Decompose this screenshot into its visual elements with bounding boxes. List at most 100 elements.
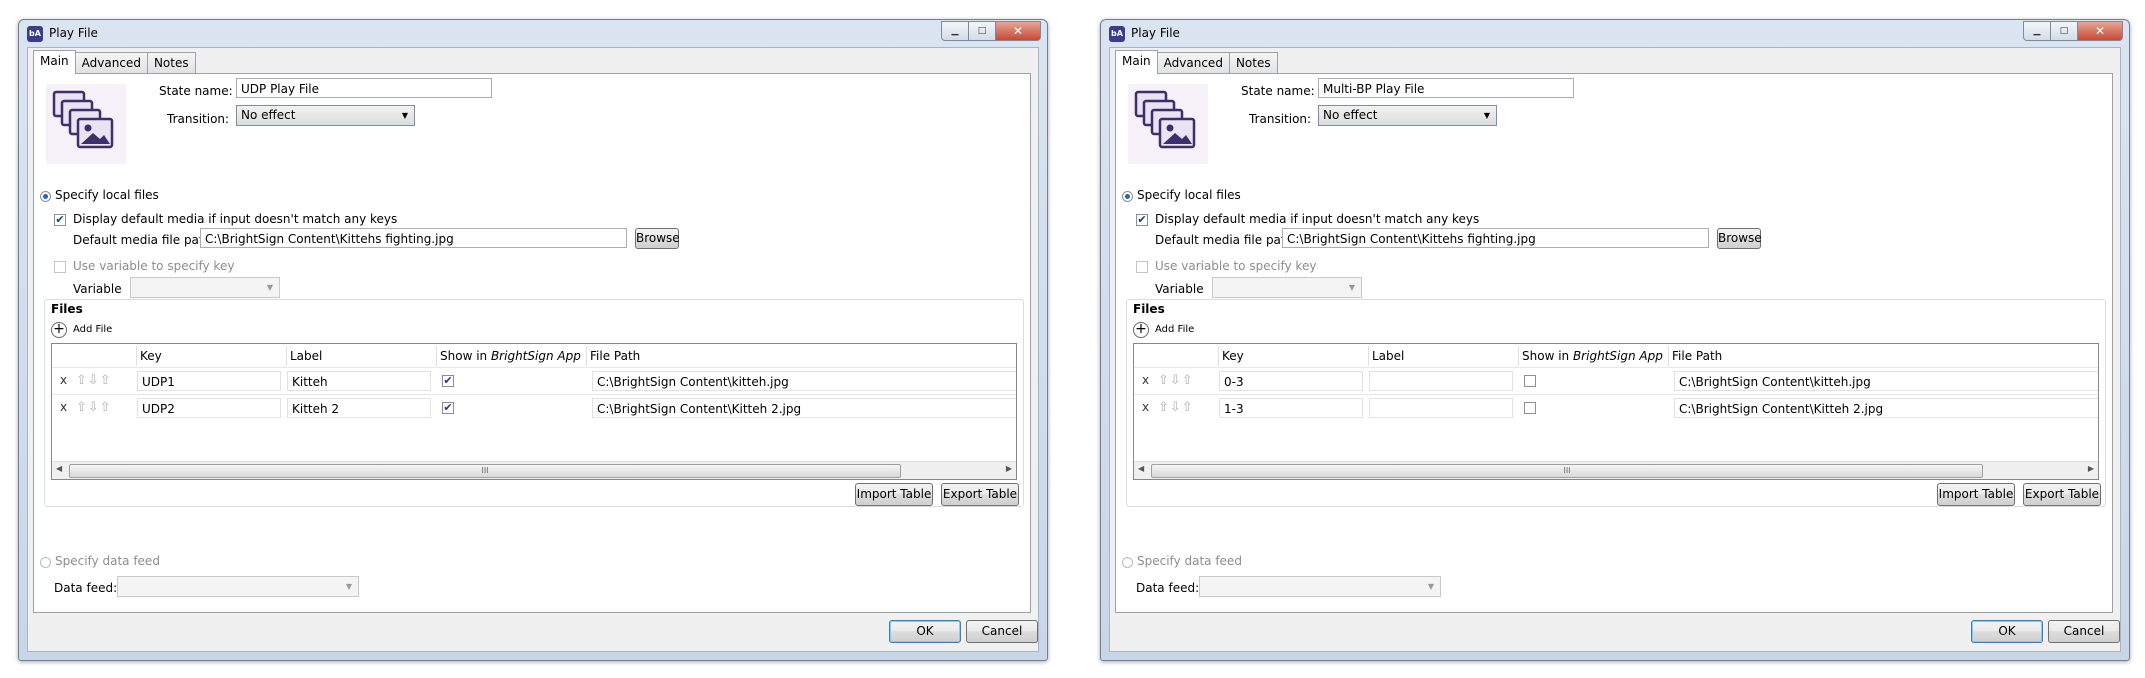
specify-data-feed-radio[interactable]	[40, 557, 51, 568]
use-variable-label: Use variable to specify key	[1155, 259, 1317, 273]
delete-row-button[interactable]: x	[60, 373, 67, 387]
close-button[interactable]: ✕	[2077, 21, 2123, 41]
variable-select[interactable]: ▼	[130, 277, 280, 298]
scroll-grip: III	[1563, 466, 1571, 475]
column-header-show[interactable]: Show in BrightSign App	[437, 346, 587, 366]
minimize-button[interactable]: ▁	[2023, 21, 2051, 41]
browse-button[interactable]: Browse	[1717, 228, 1762, 249]
reorder-arrows-icon[interactable]: ⇧⇩⇧	[1158, 373, 1194, 388]
file-path-cell[interactable]: C:\BrightSign Content\kitteh.jpg	[592, 371, 1016, 391]
label-cell[interactable]: Kitteh 2	[287, 398, 431, 418]
minimize-button[interactable]: ▁	[941, 21, 969, 41]
tab-main[interactable]: Main	[33, 50, 76, 74]
maximize-button[interactable]: □	[2050, 21, 2078, 41]
state-name-input[interactable]: Multi-BP Play File	[1318, 78, 1574, 98]
cancel-button[interactable]: Cancel	[2048, 620, 2120, 643]
tab-advanced[interactable]: Advanced	[1156, 52, 1230, 73]
title-bar[interactable]: bA Play File ▁ □ ✕	[19, 20, 1047, 46]
chevron-down-icon: ▼	[266, 283, 273, 292]
title-bar[interactable]: bA Play File ▁ □ ✕	[1101, 20, 2129, 46]
file-path-cell[interactable]: C:\BrightSign Content\Kitteh 2.jpg	[592, 398, 1016, 418]
table-row[interactable]: x ⇧⇩⇧ 0-3 C:\BrightSign Content\kitteh.j…	[1134, 367, 2098, 395]
column-header-file-path[interactable]: File Path	[1669, 346, 2098, 366]
add-file-button[interactable]: Add File	[1155, 324, 1194, 335]
show-in-app-checkbox[interactable]	[1524, 375, 1536, 387]
files-group: Files + Add File Key Label Show in Brigh…	[1126, 299, 2106, 507]
display-default-media-checkbox[interactable]: ✔	[54, 214, 66, 226]
transition-value: No effect	[1323, 108, 1378, 122]
delete-row-button[interactable]: x	[60, 400, 67, 414]
use-variable-checkbox[interactable]	[54, 261, 66, 273]
scroll-left-icon[interactable]: ◀	[1138, 464, 1144, 473]
horizontal-scrollbar[interactable]: ◀ III ▶	[52, 461, 1016, 479]
key-cell[interactable]: UDP2	[137, 398, 281, 418]
show-in-app-checkbox[interactable]: ✔	[442, 402, 454, 414]
scroll-right-icon[interactable]: ▶	[1006, 464, 1012, 473]
minimize-icon: ▁	[951, 26, 959, 36]
transition-label: Transition:	[1249, 112, 1312, 126]
data-feed-select[interactable]: ▼	[117, 576, 359, 597]
column-header-label[interactable]: Label	[287, 346, 437, 366]
column-header-label[interactable]: Label	[1369, 346, 1519, 366]
scrollbar-thumb[interactable]: III	[1151, 464, 1983, 478]
file-path-cell[interactable]: C:\BrightSign Content\Kitteh 2.jpg	[1674, 398, 2098, 418]
specify-data-feed-radio[interactable]	[1122, 557, 1133, 568]
label-cell[interactable]	[1369, 371, 1513, 391]
browse-button[interactable]: Browse	[635, 228, 680, 249]
key-cell[interactable]: 1-3	[1219, 398, 1363, 418]
default-media-path-label: Default media file path	[1155, 233, 1294, 247]
variable-select[interactable]: ▼	[1212, 277, 1362, 298]
transition-select[interactable]: No effect ▼	[1318, 105, 1497, 126]
default-media-path-input[interactable]: C:\BrightSign Content\Kittehs fighting.j…	[1282, 228, 1709, 248]
specify-local-files-radio[interactable]	[1122, 191, 1133, 202]
show-in-app-checkbox[interactable]: ✔	[442, 375, 454, 387]
scroll-right-icon[interactable]: ▶	[2088, 464, 2094, 473]
column-header-show[interactable]: Show in BrightSign App	[1519, 346, 1669, 366]
tab-notes[interactable]: Notes	[1228, 52, 1278, 73]
default-media-path-input[interactable]: C:\BrightSign Content\Kittehs fighting.j…	[200, 228, 627, 248]
show-in-app-checkbox[interactable]	[1524, 402, 1536, 414]
cancel-button[interactable]: Cancel	[966, 620, 1038, 643]
scroll-left-icon[interactable]: ◀	[56, 464, 62, 473]
column-header-file-path[interactable]: File Path	[587, 346, 1016, 366]
display-default-media-checkbox[interactable]: ✔	[1136, 214, 1148, 226]
reorder-arrows-icon[interactable]: ⇧⇩⇧	[76, 373, 112, 388]
label-cell[interactable]	[1369, 398, 1513, 418]
table-row[interactable]: x ⇧⇩⇧ UDP1 Kitteh ✔ C:\BrightSign Conten…	[52, 367, 1016, 395]
reorder-arrows-icon[interactable]: ⇧⇩⇧	[76, 400, 112, 415]
table-row[interactable]: x ⇧⇩⇧ UDP2 Kitteh 2 ✔ C:\BrightSign Cont…	[52, 394, 1016, 422]
export-table-button[interactable]: Export Table	[941, 483, 1019, 506]
ok-button[interactable]: OK	[889, 620, 961, 643]
column-header-key[interactable]: Key	[1219, 346, 1369, 366]
column-header-key[interactable]: Key	[137, 346, 287, 366]
key-cell[interactable]: 0-3	[1219, 371, 1363, 391]
data-feed-select[interactable]: ▼	[1199, 576, 1441, 597]
label-cell[interactable]: Kitteh	[287, 371, 431, 391]
delete-row-button[interactable]: x	[1142, 400, 1149, 414]
tab-main[interactable]: Main	[1115, 50, 1158, 74]
file-path-cell[interactable]: C:\BrightSign Content\kitteh.jpg	[1674, 371, 2098, 391]
tab-advanced[interactable]: Advanced	[74, 52, 148, 73]
use-variable-checkbox[interactable]	[1136, 261, 1148, 273]
state-name-input[interactable]: UDP Play File	[236, 78, 492, 98]
close-button[interactable]: ✕	[995, 21, 1041, 41]
specify-local-files-radio[interactable]	[40, 191, 51, 202]
chevron-down-icon: ▼	[345, 582, 352, 591]
key-cell[interactable]: UDP1	[137, 371, 281, 391]
export-table-button[interactable]: Export Table	[2023, 483, 2101, 506]
table-row[interactable]: x ⇧⇩⇧ 1-3 C:\BrightSign Content\Kitteh 2…	[1134, 394, 2098, 422]
column-header-show-app: BrightSign App	[1572, 349, 1663, 363]
tab-notes[interactable]: Notes	[146, 52, 196, 73]
plus-circle-icon[interactable]: +	[1133, 322, 1149, 338]
transition-select[interactable]: No effect ▼	[236, 105, 415, 126]
scrollbar-thumb[interactable]: III	[69, 464, 901, 478]
import-table-button[interactable]: Import Table	[1937, 483, 2015, 506]
add-file-button[interactable]: Add File	[73, 324, 112, 335]
ok-button[interactable]: OK	[1971, 620, 2043, 643]
delete-row-button[interactable]: x	[1142, 373, 1149, 387]
import-table-button[interactable]: Import Table	[855, 483, 933, 506]
reorder-arrows-icon[interactable]: ⇧⇩⇧	[1158, 400, 1194, 415]
maximize-button[interactable]: □	[968, 21, 996, 41]
horizontal-scrollbar[interactable]: ◀ III ▶	[1134, 461, 2098, 479]
plus-circle-icon[interactable]: +	[51, 322, 67, 338]
